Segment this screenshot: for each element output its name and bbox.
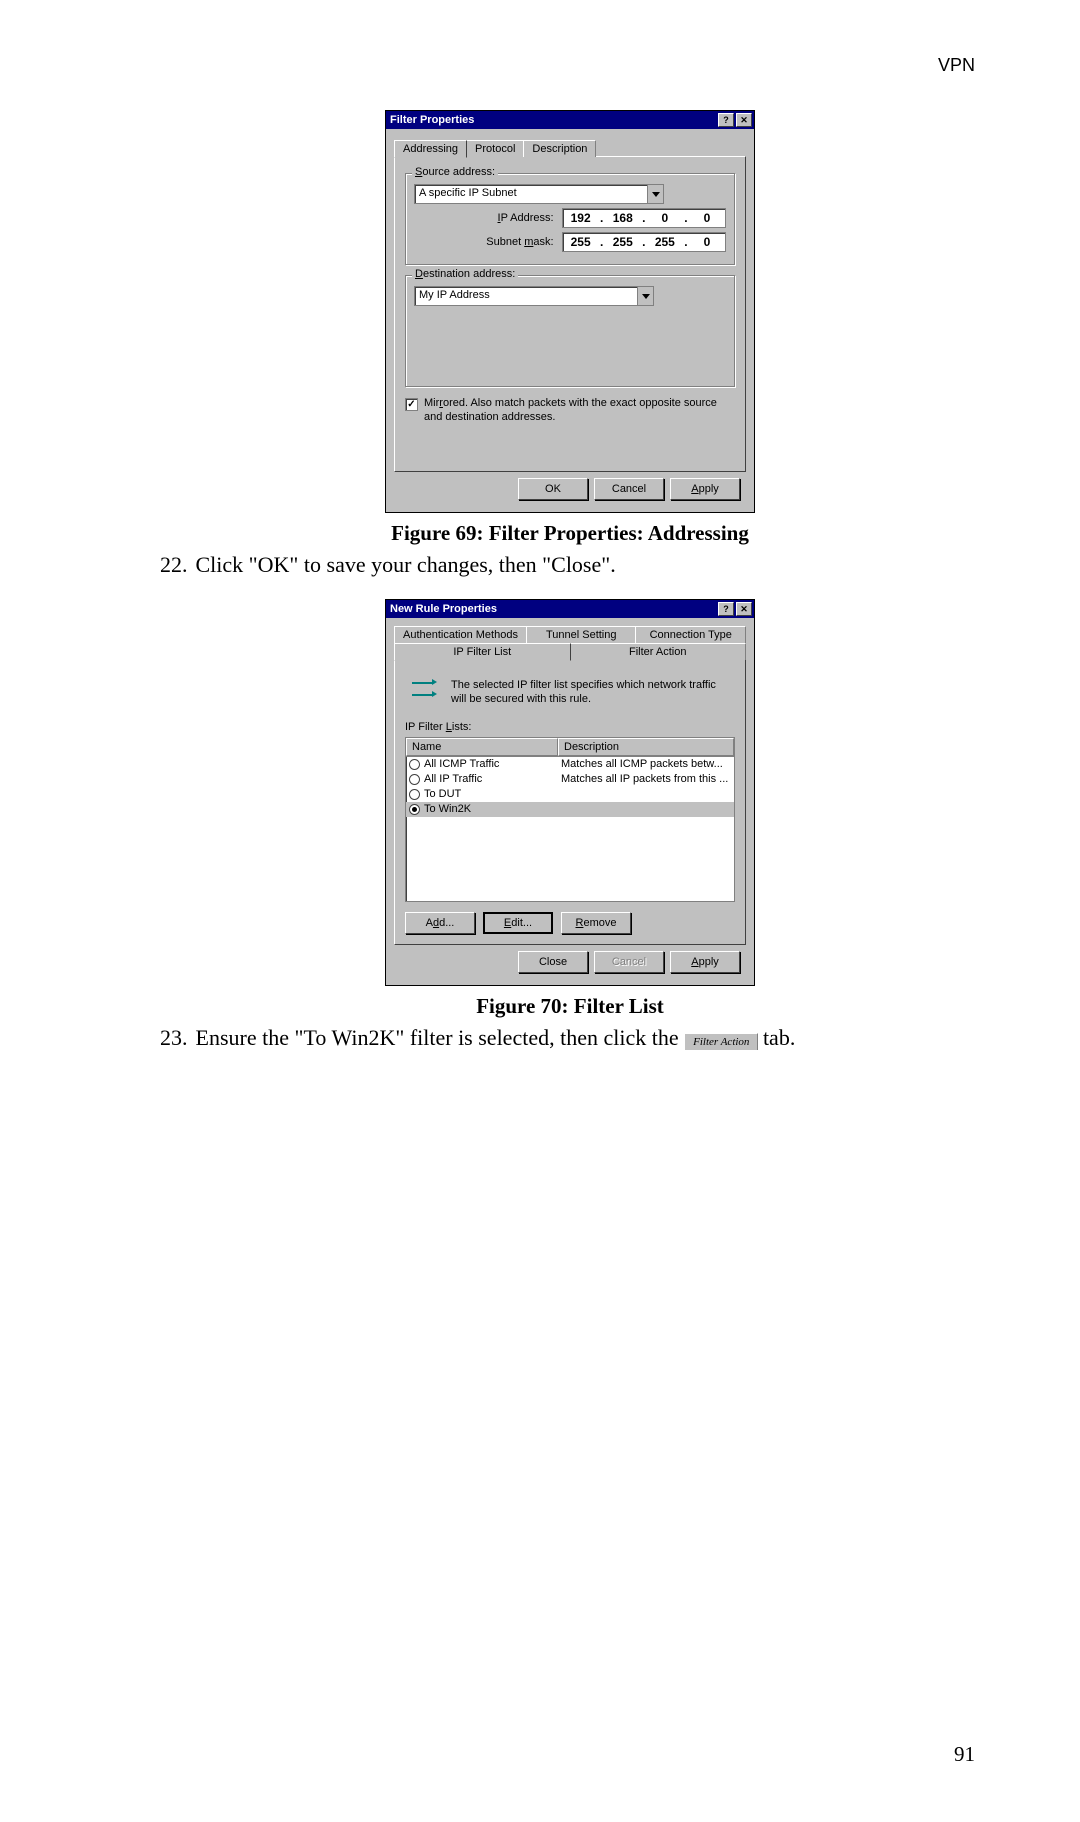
- radio-icon[interactable]: [409, 774, 420, 785]
- ip-address-label: IP Address:: [434, 212, 554, 224]
- ip-octet-3[interactable]: 0: [647, 211, 683, 225]
- apply-button[interactable]: Apply: [670, 951, 740, 973]
- source-type-dropdown[interactable]: A specific IP Subnet: [414, 184, 664, 204]
- step-text-italic: Filter Action: [684, 1033, 758, 1050]
- ip-octet-2[interactable]: 168: [605, 211, 641, 225]
- filter-properties-dialog: Filter Properties ? ✕ Addressing Protoco…: [385, 110, 755, 513]
- item-name: All IP Traffic: [424, 773, 482, 785]
- step-text-a: Ensure the "To Win2K" filter is selected…: [196, 1025, 685, 1050]
- radio-icon[interactable]: [409, 789, 420, 800]
- list-item[interactable]: To DUT: [406, 787, 734, 802]
- item-name: To Win2K: [424, 803, 471, 815]
- tab-tunnel-setting[interactable]: Tunnel Setting: [526, 626, 637, 643]
- item-name: All ICMP Traffic: [424, 758, 499, 770]
- source-type-value: A specific IP Subnet: [415, 185, 647, 203]
- dropdown-arrow-icon[interactable]: [647, 185, 663, 203]
- help-button[interactable]: ?: [718, 113, 734, 127]
- remove-button[interactable]: Remove: [561, 912, 631, 934]
- step-number: 22.: [160, 550, 190, 580]
- dialog-buttons: OK Cancel Apply: [394, 472, 746, 502]
- step-number: 23.: [160, 1023, 190, 1053]
- listview-body: All ICMP Traffic Matches all ICMP packet…: [406, 757, 734, 901]
- ok-button[interactable]: OK: [518, 478, 588, 500]
- listview-header: Name Description: [406, 738, 734, 757]
- window-title: New Rule Properties: [390, 603, 716, 615]
- cancel-button: Cancel: [594, 951, 664, 973]
- destination-type-value: My IP Address: [415, 287, 637, 305]
- destination-type-dropdown[interactable]: My IP Address: [414, 286, 654, 306]
- source-address-group: Source address: A specific IP Subnet IP …: [405, 173, 735, 265]
- ip-octet-1[interactable]: 192: [563, 211, 599, 225]
- tab-panel-addressing: Source address: A specific IP Subnet IP …: [394, 156, 746, 472]
- ip-octet-4[interactable]: 0: [689, 211, 725, 225]
- filter-list-icon: [409, 678, 437, 702]
- cancel-button[interactable]: Cancel: [594, 478, 664, 500]
- ip-filter-listview[interactable]: Name Description All ICMP Traffic Matche…: [405, 737, 735, 902]
- tab-ip-filter-list[interactable]: IP Filter List: [394, 643, 571, 661]
- mirrored-label: Mirrored. Also match packets with the ex…: [424, 397, 735, 425]
- close-button[interactable]: ✕: [736, 602, 752, 616]
- radio-icon[interactable]: [409, 804, 420, 815]
- tab-connection-type[interactable]: Connection Type: [635, 626, 746, 643]
- item-desc: Matches all IP packets from this ...: [561, 773, 731, 785]
- tabstrip: Addressing Protocol Description: [394, 137, 746, 157]
- figure-caption-69: Figure 69: Filter Properties: Addressing: [160, 521, 980, 546]
- col-name-header[interactable]: Name: [406, 738, 558, 756]
- step-text: Click "OK" to save your changes, then "C…: [196, 552, 616, 577]
- tab-protocol[interactable]: Protocol: [466, 140, 524, 157]
- page-number: 91: [954, 1742, 975, 1767]
- tab-filter-action[interactable]: Filter Action: [570, 643, 747, 660]
- header-section: VPN: [938, 55, 975, 76]
- close-button[interactable]: Close: [518, 951, 588, 973]
- step-22: 22. Click "OK" to save your changes, the…: [160, 550, 980, 580]
- titlebar: Filter Properties ? ✕: [386, 111, 754, 129]
- mirrored-checkbox-row[interactable]: ✓ Mirrored. Also match packets with the …: [405, 397, 735, 425]
- subnet-mask-input[interactable]: 255. 255. 255. 0: [562, 232, 726, 252]
- dialog-buttons: Close Cancel Apply: [394, 945, 746, 975]
- dialog-body: Authentication Methods Tunnel Setting Co…: [386, 618, 754, 985]
- tab-addressing[interactable]: Addressing: [394, 140, 467, 158]
- tabstrip: Authentication Methods Tunnel Setting Co…: [394, 626, 746, 660]
- list-item[interactable]: All IP Traffic Matches all IP packets fr…: [406, 772, 734, 787]
- source-address-legend: Source address:: [412, 166, 498, 178]
- col-desc-header[interactable]: Description: [558, 738, 734, 756]
- close-button[interactable]: ✕: [736, 113, 752, 127]
- mirrored-checkbox[interactable]: ✓: [405, 398, 418, 411]
- ip-address-input[interactable]: 192. 168. 0. 0: [562, 208, 726, 228]
- radio-icon[interactable]: [409, 759, 420, 770]
- step-23: 23. Ensure the "To Win2K" filter is sele…: [160, 1023, 980, 1053]
- dropdown-arrow-icon[interactable]: [637, 287, 653, 305]
- item-name: To DUT: [424, 788, 461, 800]
- step-text-c: tab.: [757, 1025, 795, 1050]
- subnet-mask-label: Subnet mask:: [434, 236, 554, 248]
- intro-text: The selected IP filter list specifies wh…: [451, 678, 731, 707]
- figure-caption-70: Figure 70: Filter List: [160, 994, 980, 1019]
- mask-octet-2[interactable]: 255: [605, 235, 641, 249]
- list-item[interactable]: To Win2K: [406, 802, 734, 817]
- titlebar: New Rule Properties ? ✕: [386, 600, 754, 618]
- edit-button[interactable]: Edit...: [483, 912, 553, 934]
- tab-panel-ip-filter-list: The selected IP filter list specifies wh…: [394, 659, 746, 945]
- t: ource address:: [422, 166, 495, 178]
- window-title: Filter Properties: [390, 114, 716, 126]
- add-button[interactable]: Add...: [405, 912, 475, 934]
- page: VPN Filter Properties ? ✕ Addressing Pro…: [0, 0, 1080, 1822]
- tab-auth-methods[interactable]: Authentication Methods: [394, 626, 527, 643]
- list-item[interactable]: All ICMP Traffic Matches all ICMP packet…: [406, 757, 734, 772]
- mask-octet-4[interactable]: 0: [689, 235, 725, 249]
- tab-description[interactable]: Description: [523, 140, 596, 157]
- new-rule-properties-dialog: New Rule Properties ? ✕ Authentication M…: [385, 599, 755, 986]
- mask-octet-3[interactable]: 255: [647, 235, 683, 249]
- mask-octet-1[interactable]: 255: [563, 235, 599, 249]
- apply-button[interactable]: Apply: [670, 478, 740, 500]
- destination-address-group: Destination address: My IP Address: [405, 275, 735, 387]
- dialog-body: Addressing Protocol Description Source a…: [386, 129, 754, 512]
- destination-address-legend: Destination address:: [412, 268, 518, 280]
- item-desc: Matches all ICMP packets betw...: [561, 758, 731, 770]
- ip-filter-lists-label: IP Filter Lists:: [405, 721, 735, 733]
- help-button[interactable]: ?: [718, 602, 734, 616]
